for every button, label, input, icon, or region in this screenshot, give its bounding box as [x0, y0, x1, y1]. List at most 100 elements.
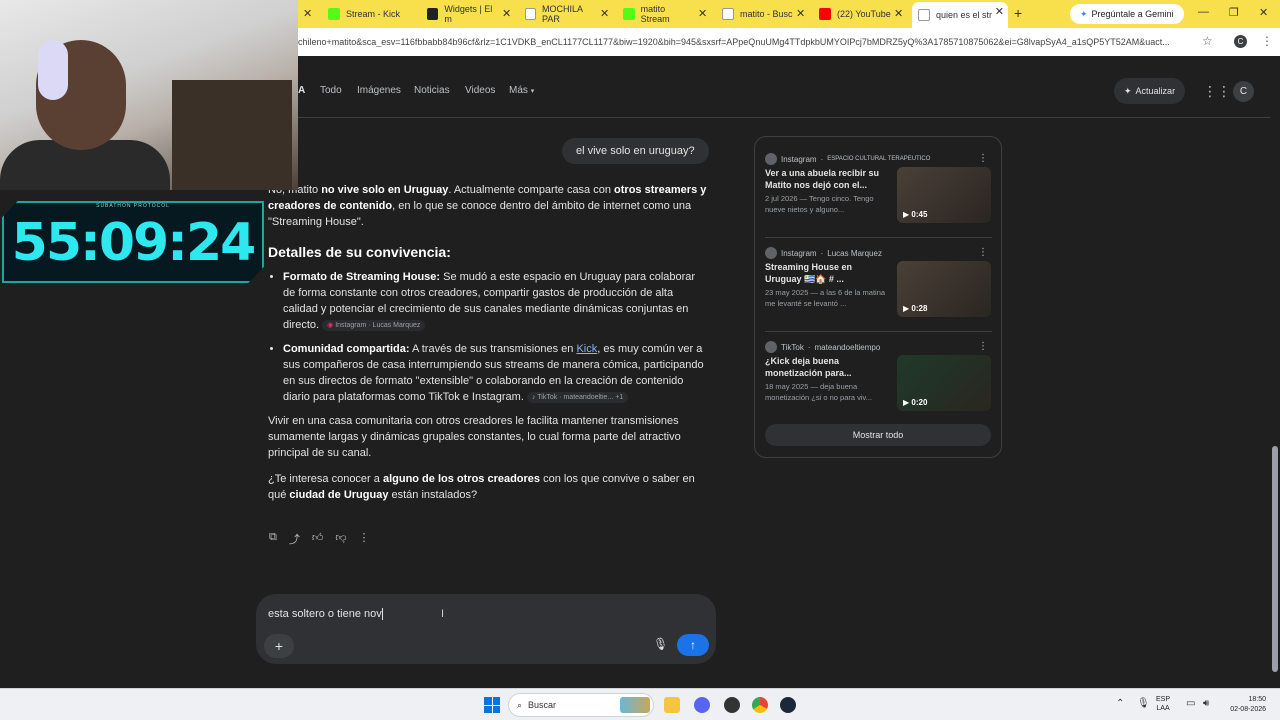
share-icon[interactable]: ⤴	[289, 531, 300, 547]
widgets-weather-icon[interactable]	[620, 697, 650, 713]
profile-icon[interactable]: C	[1234, 35, 1247, 48]
kick-icon	[328, 8, 340, 20]
ai-mode-label[interactable]: A	[298, 85, 305, 96]
ask-gemini-button[interactable]: ✦ Pregúntale a Gemini	[1070, 4, 1184, 24]
update-button[interactable]: ✦ Actualizar	[1114, 78, 1186, 104]
card-menu-icon[interactable]: ⋮	[978, 153, 988, 164]
prompt-input[interactable]: esta soltero o tiene nov	[268, 608, 383, 621]
question-bold: alguno de los otros creadores	[382, 473, 541, 485]
tab-matito-busc[interactable]: matito - Busc	[722, 3, 794, 25]
scrollbar-thumb[interactable]	[1272, 446, 1278, 672]
add-attachment-button[interactable]: +	[264, 634, 294, 658]
steam-icon[interactable]	[780, 697, 796, 713]
prompt-input-value: esta soltero o tiene nov	[268, 608, 382, 620]
close-icon[interactable]: ✕	[502, 7, 511, 20]
thumbs-down-icon[interactable]: 👎︎	[335, 531, 346, 547]
url-field[interactable]: chileno+matito&sca_esv=116fbbabb84b96cf&…	[298, 37, 1190, 47]
monitor-icon[interactable]: ▭	[1186, 698, 1195, 709]
copy-icon[interactable]: ⧉	[269, 531, 277, 547]
chevron-up-icon[interactable]: ⌃	[1116, 698, 1124, 709]
card-title[interactable]: Ver a una abuela recibir su Matito nos d…	[765, 167, 889, 191]
chrome-icon[interactable]	[752, 697, 768, 713]
browser-menu-icon[interactable]: ⋮	[1261, 34, 1273, 48]
close-icon[interactable]: ✕	[995, 5, 1004, 18]
youtube-icon	[819, 8, 831, 20]
source-chip[interactable]: ♪ TikTok · mateandoeltie... +1	[526, 391, 629, 403]
page-scrollbar[interactable]	[1270, 56, 1280, 688]
section-heading: Detalles de su convivencia:	[268, 244, 451, 260]
bullet-heading: Comunidad compartida:	[283, 343, 410, 355]
card-menu-icon[interactable]: ⋮	[978, 247, 988, 258]
microphone-tray-icon[interactable]: 🎙︎	[1137, 698, 1150, 709]
answer-actions: ⧉ ⤴ 👍︎ 👎︎ ⋮	[269, 531, 370, 547]
video-duration: ▶ 0:20	[903, 398, 928, 407]
prompt-input-box[interactable]: esta soltero o tiene nov + 🎙︎ ↑	[256, 594, 716, 664]
kick-link[interactable]: Kick	[576, 343, 597, 355]
clock-time: 18:50	[1248, 696, 1266, 703]
tab-youtube[interactable]: (22) YouTube	[819, 3, 891, 25]
tiktok-avatar-icon	[765, 341, 777, 353]
duration-value: 0:28	[911, 304, 928, 313]
close-icon[interactable]: ✕	[600, 7, 609, 20]
card-menu-icon[interactable]: ⋮	[978, 341, 988, 352]
ai-answer: No, matito no vive solo en Uruguay. Actu…	[268, 182, 708, 513]
card-title[interactable]: Streaming House en Uruguay 🇺🇾🏠 # ...	[765, 261, 889, 285]
send-button[interactable]: ↑	[677, 634, 709, 656]
tab-mas[interactable]: Más ▾	[509, 85, 534, 96]
video-thumbnail[interactable]: ▶ 0:28	[897, 261, 991, 317]
chevron-down-icon: ▾	[530, 88, 535, 95]
close-icon[interactable]: ✕	[796, 7, 805, 20]
source-chip[interactable]: ◉ Instagram · Lucas Marquez	[322, 319, 426, 331]
minimize-icon[interactable]: —	[1198, 6, 1209, 18]
video-card[interactable]: Instagram · ESPACIO CULTURAL TERAPEUTICO…	[765, 153, 992, 237]
tab-videos[interactable]: Videos	[465, 85, 495, 96]
headset	[38, 40, 68, 100]
close-icon[interactable]: ✕	[894, 7, 903, 20]
video-card[interactable]: Instagram · Lucas Marquez ⋮ Streaming Ho…	[765, 247, 992, 331]
close-icon[interactable]: ✕	[303, 7, 312, 20]
volume-icon[interactable]: 🔊︎	[1203, 698, 1209, 709]
chip-label: Instagram · Lucas Marquez	[335, 321, 421, 329]
close-icon[interactable]: ✕	[698, 7, 707, 20]
duration-value: 0:45	[911, 210, 928, 219]
avatar[interactable]: C	[1233, 81, 1254, 102]
chip-label: TikTok · mateandoeltie...	[537, 393, 614, 401]
tab-quien-es-active[interactable]: quien es el str ✕	[912, 2, 1008, 28]
obs-icon[interactable]	[724, 697, 740, 713]
microphone-icon[interactable]: 🎙︎	[653, 637, 668, 651]
windows-start-icon[interactable]	[484, 697, 500, 713]
tab-todo[interactable]: Todo	[320, 85, 342, 96]
file-explorer-icon[interactable]	[664, 697, 680, 713]
source-name: TikTok	[781, 342, 804, 352]
new-tab-button[interactable]: +	[1014, 5, 1022, 21]
tab-imagenes[interactable]: Imágenes	[357, 85, 401, 96]
source-name: Instagram	[781, 248, 817, 258]
thumbs-up-icon[interactable]: 👍︎	[312, 531, 324, 547]
source-author: mateandoeltiempo	[814, 342, 881, 352]
tab-matito-stream[interactable]: matito Stream	[623, 3, 695, 25]
video-thumbnail[interactable]: ▶ 0:20	[897, 355, 991, 411]
tab-widgets[interactable]: Widgets | El m	[427, 3, 499, 25]
language-indicator[interactable]: ESP LAA	[1156, 695, 1170, 713]
answer-paragraph: Vivir en una casa comunitaria con otros …	[268, 415, 681, 459]
more-options-icon[interactable]: ⋮	[359, 531, 370, 547]
taskbar-search-placeholder: Buscar	[528, 700, 557, 710]
intro-text: . Actualmente comparte casa con	[448, 184, 615, 196]
duration-value: 0:20	[911, 398, 928, 407]
system-clock[interactable]: 18:50 02-08-2026	[1222, 695, 1266, 715]
tab-stream-kick[interactable]: Stream - Kick	[328, 3, 420, 25]
video-thumbnail[interactable]: ▶ 0:45	[897, 167, 991, 223]
card-title[interactable]: ¿Kick deja buena monetización para...	[765, 355, 889, 379]
countdown-timer: 55:09:24	[11, 213, 257, 273]
restore-icon[interactable]: ❐	[1229, 6, 1239, 19]
gemini-label: Pregúntale a Gemini	[1091, 9, 1174, 19]
tab-mochila[interactable]: MOCHILA PAR	[525, 3, 597, 25]
video-card[interactable]: TikTok · mateandoeltiempo ⋮ ¿Kick deja b…	[765, 341, 992, 425]
show-all-button[interactable]: Mostrar todo	[765, 424, 991, 446]
close-window-icon[interactable]: ✕	[1259, 6, 1268, 19]
tab-label: quien es el str	[936, 10, 993, 20]
discord-icon[interactable]	[694, 697, 710, 713]
text-caret	[381, 608, 383, 621]
bookmark-star-icon[interactable]: ☆	[1202, 34, 1213, 48]
tab-noticias[interactable]: Noticias	[414, 85, 450, 96]
